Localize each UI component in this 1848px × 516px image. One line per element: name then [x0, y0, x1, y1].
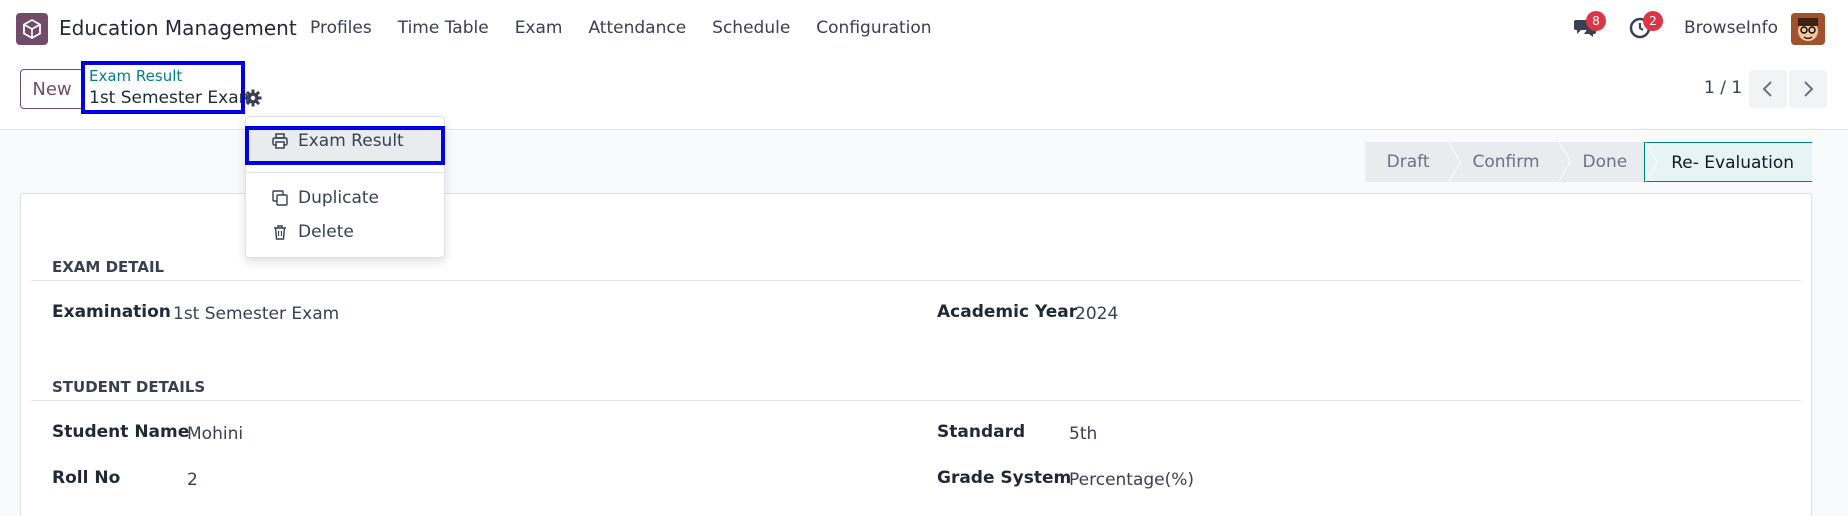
breadcrumb-parent-link[interactable]: Exam Result	[89, 67, 182, 85]
section-title-exam-detail: EXAM DETAIL	[52, 258, 165, 276]
menu-item-print-exam-result[interactable]: Exam Result	[272, 131, 404, 151]
breadcrumb-current: 1st Semester Exam	[89, 88, 256, 108]
menu-item-attendance[interactable]: Attendance	[588, 18, 686, 38]
menu-item-profiles[interactable]: Profiles	[310, 18, 372, 38]
status-stage-draft[interactable]: Draft	[1364, 142, 1461, 182]
duplicate-icon	[272, 190, 288, 206]
roll-no-field[interactable]: 2	[187, 470, 198, 490]
standard-label: Standard	[937, 422, 1026, 442]
menu-item-label: Exam Result	[298, 131, 404, 151]
trash-icon	[274, 225, 286, 240]
examination-label: Examination	[52, 302, 171, 322]
menu-item-time-table[interactable]: Time Table	[398, 18, 489, 38]
pager-next-button[interactable]	[1789, 70, 1827, 108]
main-menu: Profiles Time Table Exam Attendance Sche…	[310, 18, 958, 38]
standard-field[interactable]: 5th	[1069, 424, 1097, 444]
pager-value[interactable]: 1 / 1	[1704, 78, 1742, 98]
status-stage-label: Draft	[1386, 152, 1430, 172]
section-divider	[31, 400, 1801, 401]
menu-item-schedule[interactable]: Schedule	[712, 18, 790, 38]
section-divider	[31, 280, 1801, 281]
menu-item-delete[interactable]: Delete	[272, 222, 354, 242]
examination-field[interactable]: 1st Semester Exam	[173, 304, 339, 324]
status-stage-re-evaluation[interactable]: Re- Evaluation	[1644, 142, 1812, 182]
pager-previous-button[interactable]	[1749, 70, 1787, 108]
app-logo-icon[interactable]	[16, 13, 48, 45]
menu-divider	[246, 172, 444, 173]
menu-item-exam[interactable]: Exam	[515, 18, 563, 38]
grade-system-field[interactable]: Percentage(%)	[1069, 470, 1194, 490]
chevron-left-icon	[1762, 81, 1772, 97]
academic-year-label: Academic Year	[937, 302, 1078, 322]
menu-item-label: Delete	[298, 222, 354, 242]
menu-item-duplicate[interactable]: Duplicate	[272, 188, 379, 208]
gear-icon[interactable]	[244, 89, 262, 107]
grade-system-label: Grade System	[937, 468, 1072, 488]
menu-item-label: Duplicate	[298, 188, 379, 208]
messages-badge: 8	[1586, 11, 1606, 31]
status-bar: Draft Confirm Done Re- Evaluation	[1364, 142, 1812, 182]
new-button[interactable]: New	[20, 69, 84, 109]
top-navbar: Education Management Profiles Time Table…	[0, 0, 1848, 58]
status-stage-confirm[interactable]: Confirm	[1446, 142, 1571, 182]
section-title-student-details: STUDENT DETAILS	[52, 378, 206, 396]
roll-no-label: Roll No	[52, 468, 121, 488]
chevron-right-icon	[1804, 81, 1814, 97]
status-stage-label: Re- Evaluation	[1671, 153, 1794, 173]
academic-year-field[interactable]: 2024	[1075, 304, 1118, 324]
student-name-field[interactable]: Mohini	[187, 424, 243, 444]
app-title[interactable]: Education Management	[59, 16, 297, 40]
print-icon	[272, 133, 288, 149]
activities-badge: 2	[1643, 11, 1663, 31]
status-stage-label: Confirm	[1472, 152, 1540, 172]
user-name[interactable]: BrowseInfo	[1684, 18, 1778, 38]
menu-item-configuration[interactable]: Configuration	[816, 18, 931, 38]
student-name-label: Student Name	[52, 422, 190, 442]
status-stage-label: Done	[1582, 152, 1628, 172]
action-dropdown-menu: Exam Result Duplicate Delete	[245, 116, 445, 258]
user-avatar[interactable]	[1791, 13, 1825, 45]
